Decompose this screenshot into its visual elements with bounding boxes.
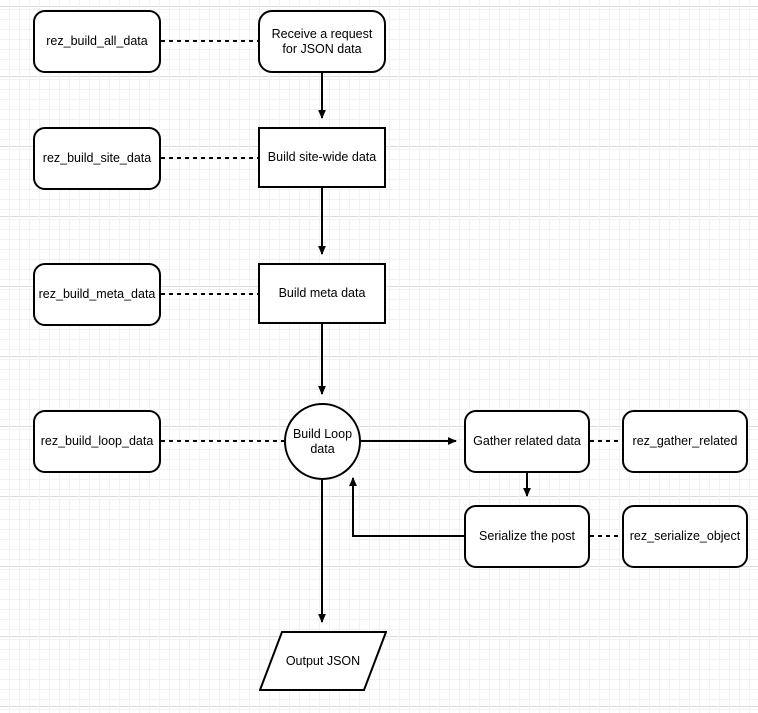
node-label: rez_gather_related [632,434,738,448]
node-rez-build-all-data[interactable]: rez_build_all_data [33,10,161,73]
node-label: Output JSON [285,653,361,668]
node-label: Receive a request for JSON data [271,26,373,56]
node-output-json[interactable]: Output JSON [259,631,387,691]
node-label: rez_build_meta_data [38,287,156,301]
node-gather-related-data[interactable]: Gather related data [464,410,590,473]
node-receive-request[interactable]: Receive a request for JSON data [258,10,386,73]
node-label: Build site-wide data [267,150,377,164]
node-rez-build-loop-data[interactable]: rez_build_loop_data [33,410,161,473]
node-label: Build meta data [278,286,366,300]
node-build-meta-data[interactable]: Build meta data [258,263,386,324]
node-build-loop-data[interactable]: Build Loop data [284,403,361,480]
node-rez-build-meta-data[interactable]: rez_build_meta_data [33,263,161,326]
node-label: rez_build_site_data [42,151,152,165]
node-label: rez_build_all_data [46,34,148,48]
flowchart-canvas: rez_build_all_data Receive a request for… [0,0,758,713]
node-rez-gather-related[interactable]: rez_gather_related [622,410,748,473]
node-label: Serialize the post [479,529,575,543]
node-serialize-the-post[interactable]: Serialize the post [464,505,590,568]
node-label: rez_build_loop_data [40,434,154,448]
node-build-site-wide-data[interactable]: Build site-wide data [258,127,386,188]
node-rez-serialize-object[interactable]: rez_serialize_object [622,505,748,568]
node-label: rez_serialize_object [629,529,741,543]
node-label: Build Loop data [292,426,353,456]
node-label: Gather related data [473,434,581,448]
node-rez-build-site-data[interactable]: rez_build_site_data [33,127,161,190]
edge-serialize-to-loop [349,477,464,537]
edge-layer [161,40,622,623]
